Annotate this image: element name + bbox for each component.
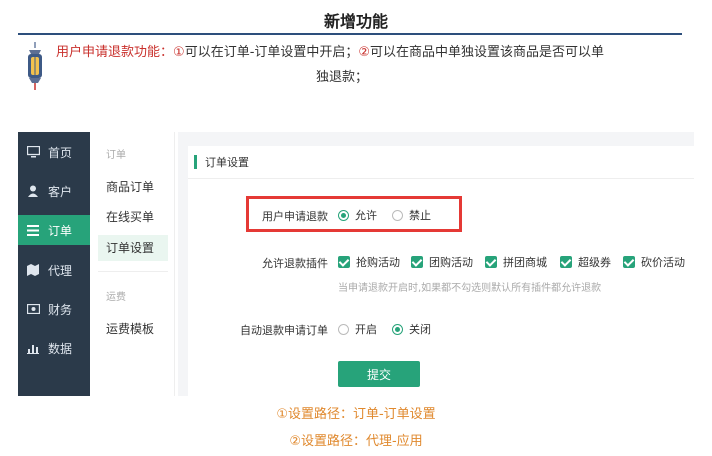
subnav-divider xyxy=(98,271,168,272)
admin-screenshot: 首页 客户 订单 代理 财务 数据 订单 商品订单 在线买单 订单设置 运费 运… xyxy=(18,132,694,396)
intro-line2: 独退款； xyxy=(315,70,368,85)
map-icon xyxy=(26,263,40,277)
chart-icon xyxy=(26,341,40,355)
refund-allow-radio[interactable]: 允许 xyxy=(338,207,377,223)
submit-button[interactable]: 提交 xyxy=(338,361,420,387)
plugin-checkbox-group-buy[interactable]: 团购活动 xyxy=(411,254,473,270)
nav-item-agent[interactable]: 代理 xyxy=(18,255,90,285)
money-icon xyxy=(26,302,40,316)
refund-deny-radio[interactable]: 禁止 xyxy=(392,207,431,223)
nav-item-data[interactable]: 数据 xyxy=(18,333,90,363)
plugin-checkbox-flash-sale[interactable]: 抢购活动 xyxy=(338,254,400,270)
sub-sidebar: 订单 商品订单 在线买单 订单设置 运费 运费模板 xyxy=(90,132,175,396)
subnav-item-online-pay[interactable]: 在线买单 xyxy=(98,204,168,230)
panel-title: 订单设置 xyxy=(205,156,249,169)
subnav-item-freight-template[interactable]: 运费模板 xyxy=(98,316,168,342)
intro-text: 用户申请退款功能：①可以在订单-订单设置中开启；②可以在商品中单独设置该商品是否… xyxy=(56,40,688,90)
nav-item-home[interactable]: 首页 xyxy=(18,137,90,167)
main-sidebar: 首页 客户 订单 代理 财务 数据 xyxy=(18,132,90,396)
plugins-hint: 当申请退款开启时,如果都不勾选则默认所有插件都允许退款 xyxy=(338,283,602,294)
nav-item-customer[interactable]: 客户 xyxy=(18,176,90,206)
refund-label: 用户申请退款 xyxy=(262,210,328,223)
auto-refund-on-radio[interactable]: 开启 xyxy=(338,321,377,337)
subnav-item-goods-orders[interactable]: 商品订单 xyxy=(98,174,168,200)
monitor-icon xyxy=(26,145,40,159)
subnav-group-orders: 订单 xyxy=(106,150,126,161)
nav-item-orders[interactable]: 订单 xyxy=(18,215,90,245)
nav-item-finance[interactable]: 财务 xyxy=(18,294,90,324)
subnav-group-freight: 运费 xyxy=(106,292,126,303)
page-title: 新增功能 xyxy=(323,12,388,31)
panel-header: 订单设置 xyxy=(188,146,694,178)
plugin-checkbox-pintuan[interactable]: 拼团商城 xyxy=(485,254,547,270)
plugin-checkbox-bargain[interactable]: 砍价活动 xyxy=(623,254,685,270)
list-icon xyxy=(26,223,40,237)
settings-path-1: ①设置路径：订单-订单设置 xyxy=(276,407,436,422)
main-content: 订单设置 用户申请退款 允许 禁止 允许退款插件 抢购活动 团购活动 拼团商城 xyxy=(178,132,694,396)
settings-path-2: ②设置路径：代理-应用 xyxy=(289,434,423,449)
auto-refund-off-radio[interactable]: 关闭 xyxy=(392,321,431,337)
user-icon xyxy=(26,184,40,198)
auto-refund-label: 自动退款申请订单 xyxy=(240,324,328,337)
header-accent-bar xyxy=(194,155,197,169)
title-divider xyxy=(18,33,682,35)
lantern-icon xyxy=(28,42,42,90)
subnav-item-order-settings[interactable]: 订单设置 xyxy=(98,235,168,261)
plugins-label: 允许退款插件 xyxy=(262,257,328,270)
settings-panel: 订单设置 用户申请退款 允许 禁止 允许退款插件 抢购活动 团购活动 拼团商城 xyxy=(188,146,694,396)
feature-name: 用户申请退款功能 xyxy=(56,45,161,60)
plugin-checkbox-super-coupon[interactable]: 超级券 xyxy=(560,254,611,270)
